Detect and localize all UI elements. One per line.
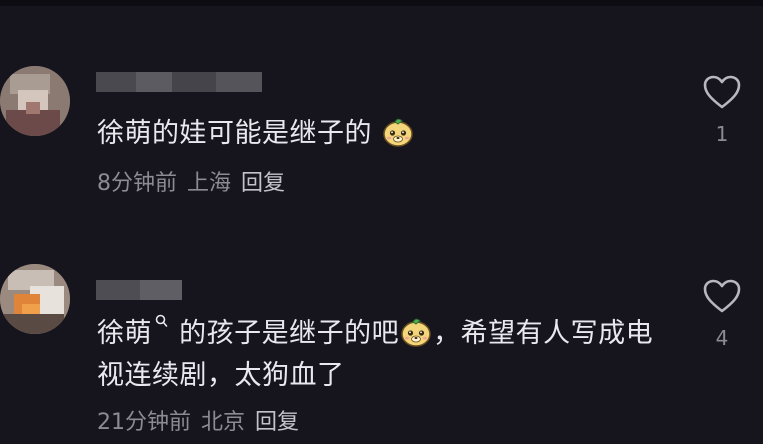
reply-button[interactable]: 回复: [241, 171, 285, 196]
avatar[interactable]: [0, 264, 70, 334]
comment-text-body: 徐萌的娃可能是继子的: [97, 118, 372, 149]
top-divider: [0, 0, 763, 6]
comment-item: 徐萌的娃可能是继子的 8分钟前 上海 回复 1: [0, 52, 763, 222]
heart-icon[interactable]: [702, 74, 742, 110]
comment-text: 徐萌的娃可能是继子的: [97, 113, 667, 155]
comment-meta: 21分钟前 北京 回复: [97, 408, 309, 438]
avatar[interactable]: [0, 66, 70, 136]
comment-time: 21分钟前: [97, 410, 191, 435]
search-link-icon[interactable]: [155, 314, 168, 328]
comment-list-page: { "comments": [ { "text": "徐萌的娃可能是继子的", …: [0, 0, 763, 444]
comment-text-part2: 的孩子是继子的吧: [170, 318, 400, 349]
like-count: 4: [715, 326, 729, 350]
comment-text: 徐萌 的孩子是继子的吧 ，希望有人写成电视连续剧，太狗血了: [97, 313, 667, 397]
douyin-emoji-face-icon: [383, 118, 413, 147]
comment-item: 徐萌 的孩子是继子的吧 ，希望有人写成电视连续剧，太狗血了 21分钟前 北京 回复: [0, 262, 763, 444]
comment-location: 北京: [201, 410, 246, 435]
douyin-emoji-face-icon: [401, 318, 431, 347]
heart-icon[interactable]: [702, 278, 742, 314]
comment-meta: 8分钟前 上海 回复: [97, 169, 295, 199]
reply-button[interactable]: 回复: [255, 410, 299, 435]
comment-location: 上海: [187, 171, 232, 196]
username-blurred[interactable]: [96, 72, 262, 92]
comment-time: 8分钟前: [97, 171, 177, 196]
like-count: 1: [715, 122, 729, 146]
username-blurred[interactable]: [96, 280, 182, 300]
like-area: 1: [700, 74, 744, 146]
like-area: 4: [700, 278, 744, 350]
comment-text-part1: 徐萌: [97, 318, 152, 349]
